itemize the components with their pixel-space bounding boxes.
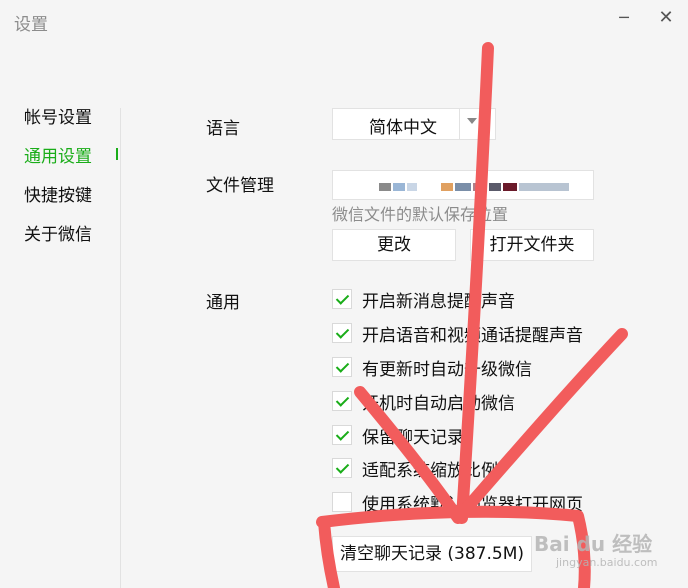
check-icon (335, 359, 350, 373)
redacted-path (441, 183, 453, 191)
sidebar-item-shortcuts[interactable]: 快捷按键 (24, 181, 92, 206)
window-title: 设置 (14, 15, 48, 35)
option-label: 开机时自动启动微信 (362, 394, 515, 414)
redacted-path (393, 183, 405, 191)
option-label: 开启新消息提醒声音 (362, 292, 515, 312)
redacted-path (455, 183, 471, 191)
redacted-path (407, 183, 417, 191)
redacted-path (379, 183, 391, 191)
chevron-down-icon (467, 118, 477, 124)
general-label: 通用 (206, 293, 240, 313)
sidebar-item-general[interactable]: 通用设置 (24, 142, 92, 167)
close-icon[interactable]: ✕ (654, 6, 678, 30)
checkbox[interactable] (332, 357, 352, 377)
checkbox[interactable] (332, 458, 352, 478)
clear-history-button[interactable]: 清空聊天记录 (387.5M) (332, 536, 532, 572)
option-label: 适配系统缩放比例 (362, 461, 498, 481)
checkbox[interactable] (332, 492, 352, 512)
watermark-url: jingyan.baidu.com (556, 556, 658, 569)
select-separator (459, 109, 460, 139)
change-button[interactable]: 更改 (332, 229, 456, 261)
file-management-label: 文件管理 (206, 176, 274, 196)
checkbox[interactable] (332, 391, 352, 411)
redacted-path (473, 183, 487, 191)
sidebar-item-account[interactable]: 帐号设置 (24, 103, 92, 128)
checkbox[interactable] (332, 425, 352, 445)
check-icon (335, 460, 350, 474)
file-path-field[interactable] (332, 170, 594, 200)
sidebar-divider (120, 108, 121, 588)
open-folder-button[interactable]: 打开文件夹 (470, 229, 594, 261)
title-bar: 设置 ─ ✕ (0, 0, 688, 40)
check-icon (335, 393, 350, 407)
language-value: 简体中文 (369, 118, 437, 138)
option-label: 有更新时自动升级微信 (362, 360, 532, 380)
check-icon (335, 325, 350, 339)
minimize-icon[interactable]: ─ (612, 6, 636, 30)
redacted-path (519, 183, 569, 191)
active-indicator (116, 148, 118, 160)
watermark-logo: Bai du 经验 (534, 532, 653, 556)
redacted-path (489, 183, 501, 191)
language-select[interactable]: 简体中文 (332, 108, 496, 140)
check-icon (335, 427, 350, 441)
sidebar-item-about[interactable]: 关于微信 (24, 220, 92, 245)
checkbox[interactable] (332, 289, 352, 309)
path-hint: 微信文件的默认保存位置 (332, 205, 509, 224)
option-label: 保留聊天记录 (362, 428, 464, 448)
checkbox[interactable] (332, 323, 352, 343)
language-label: 语言 (206, 119, 240, 139)
check-icon (335, 291, 350, 305)
redacted-path (503, 183, 517, 191)
option-label: 使用系统默认浏览器打开网页 (362, 495, 583, 515)
option-label: 开启语音和视频通话提醒声音 (362, 326, 583, 346)
